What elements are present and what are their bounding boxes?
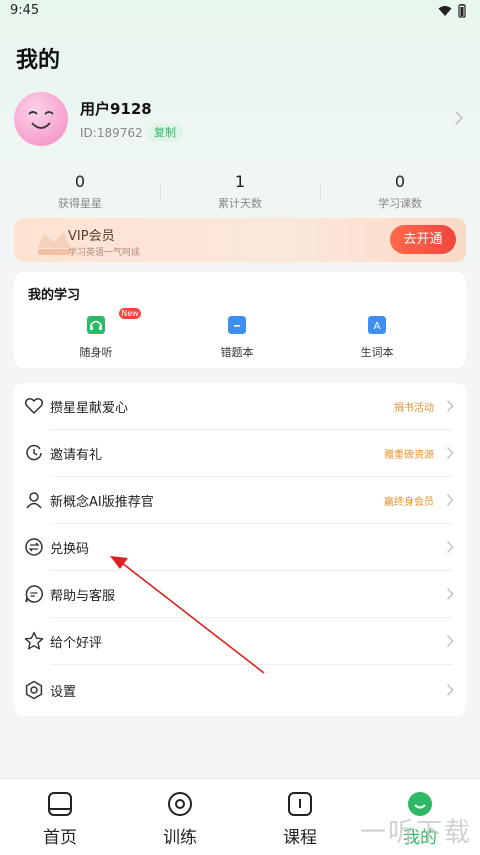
watermark: 一听下载 [359, 818, 472, 848]
wifi-icon [438, 6, 452, 16]
divider [50, 664, 452, 665]
stat-label: 学习课数 [378, 197, 422, 210]
study-item-listen[interactable]: 随身听 [36, 316, 156, 360]
user-id: ID:189762 [80, 126, 143, 140]
copy-id-button[interactable]: 复制 [147, 124, 183, 142]
tab-training[interactable]: 训练 [130, 791, 230, 848]
menu-label: 兑换码 [50, 542, 90, 557]
open-vip-button[interactable]: 去开通 [390, 225, 456, 254]
chevron-right-icon [446, 540, 454, 554]
menu-label: 设置 [50, 685, 77, 700]
stat-label: 累计天数 [218, 197, 262, 210]
menu-item-redeem-code[interactable]: 兑换码 [14, 524, 466, 571]
stat-stars[interactable]: 0 获得星星 [0, 172, 160, 211]
status-bar: 9:45 [0, 0, 480, 24]
chevron-right-icon [446, 587, 454, 601]
star-icon [24, 631, 44, 650]
stats-row: 0 获得星星 1 累计天数 0 学习课数 [0, 172, 480, 216]
menu-label: 帮助与客服 [50, 589, 116, 604]
chevron-right-icon [455, 111, 464, 125]
username: 用户9128 [80, 100, 152, 118]
vocabulary-icon: A [368, 316, 386, 334]
page-title: 我的 [16, 48, 61, 73]
menu-label: 新概念AI版推荐官 [50, 495, 154, 510]
tab-label: 首页 [43, 828, 77, 848]
status-time: 9:45 [10, 3, 40, 18]
tab-course[interactable]: 课程 [250, 791, 350, 848]
chevron-right-icon [446, 683, 454, 697]
menu-list: 攒星星献爱心 捐书活动 邀请有礼 赠重磅资源 新概念AI版推荐官 赢终身会员 兑… [14, 383, 466, 716]
new-badge: New [119, 308, 141, 319]
settings-icon [25, 680, 43, 700]
menu-tag: 捐书活动 [394, 403, 434, 414]
study-item-vocabulary[interactable]: A 生词本 [317, 316, 437, 360]
vip-subtitle: 学习英语一气呵成 [68, 248, 141, 258]
stat-value: 1 [234, 172, 246, 191]
status-icons [438, 4, 466, 18]
chevron-right-icon [446, 446, 454, 460]
vip-banner[interactable]: VIP会员 学习英语一气呵成 去开通 [14, 218, 466, 262]
tab-home[interactable]: 首页 [10, 791, 110, 848]
avatar[interactable] [14, 92, 68, 146]
exchange-icon [25, 538, 43, 556]
training-icon [168, 792, 192, 816]
menu-tag: 赠重磅资源 [384, 450, 434, 461]
smiley-face-icon [28, 111, 54, 129]
chevron-right-icon [446, 399, 454, 413]
help-chat-icon [25, 585, 43, 603]
svg-text:A: A [374, 321, 381, 332]
course-icon [288, 792, 312, 816]
stat-days[interactable]: 1 累计天数 [160, 172, 320, 211]
menu-item-settings[interactable]: 设置 [14, 667, 466, 714]
tab-label: 课程 [283, 828, 317, 848]
menu-item-donate[interactable]: 攒星星献爱心 捐书活动 [14, 383, 466, 430]
study-item-label: 随身听 [79, 346, 113, 359]
chevron-right-icon [446, 493, 454, 507]
notebook-icon [228, 316, 246, 334]
user-icon [26, 492, 42, 509]
menu-tag: 赢终身会员 [384, 497, 434, 508]
menu-item-help[interactable]: 帮助与客服 [14, 571, 466, 618]
headphones-icon [87, 316, 105, 334]
vip-title: VIP会员 [68, 229, 115, 244]
study-item-mistakes[interactable]: 错题本 [177, 316, 297, 360]
stat-lessons[interactable]: 0 学习课数 [320, 172, 480, 211]
section-title: 我的学习 [28, 288, 81, 303]
stat-label: 获得星星 [58, 197, 102, 210]
menu-label: 邀请有礼 [50, 448, 103, 463]
my-study-card: 我的学习 随身听 错题本 A 生词本 [14, 272, 466, 368]
home-icon [48, 792, 72, 816]
menu-item-invite[interactable]: 邀请有礼 赠重磅资源 [14, 430, 466, 477]
stat-value: 0 [74, 172, 86, 191]
heart-icon [24, 398, 44, 415]
menu-label: 攒星星献爱心 [50, 401, 129, 416]
menu-item-rate[interactable]: 给个好评 [14, 618, 466, 665]
menu-item-ambassador[interactable]: 新概念AI版推荐官 赢终身会员 [14, 477, 466, 524]
stat-value: 0 [394, 172, 406, 191]
tab-label: 训练 [163, 828, 197, 848]
study-item-label: 生词本 [360, 346, 394, 359]
study-item-label: 错题本 [220, 346, 254, 359]
chevron-right-icon [446, 634, 454, 648]
invite-icon [26, 444, 42, 461]
battery-icon [458, 4, 466, 18]
menu-label: 给个好评 [50, 636, 103, 651]
profile-row[interactable]: 用户9128 ID:189762 复制 [14, 92, 466, 148]
